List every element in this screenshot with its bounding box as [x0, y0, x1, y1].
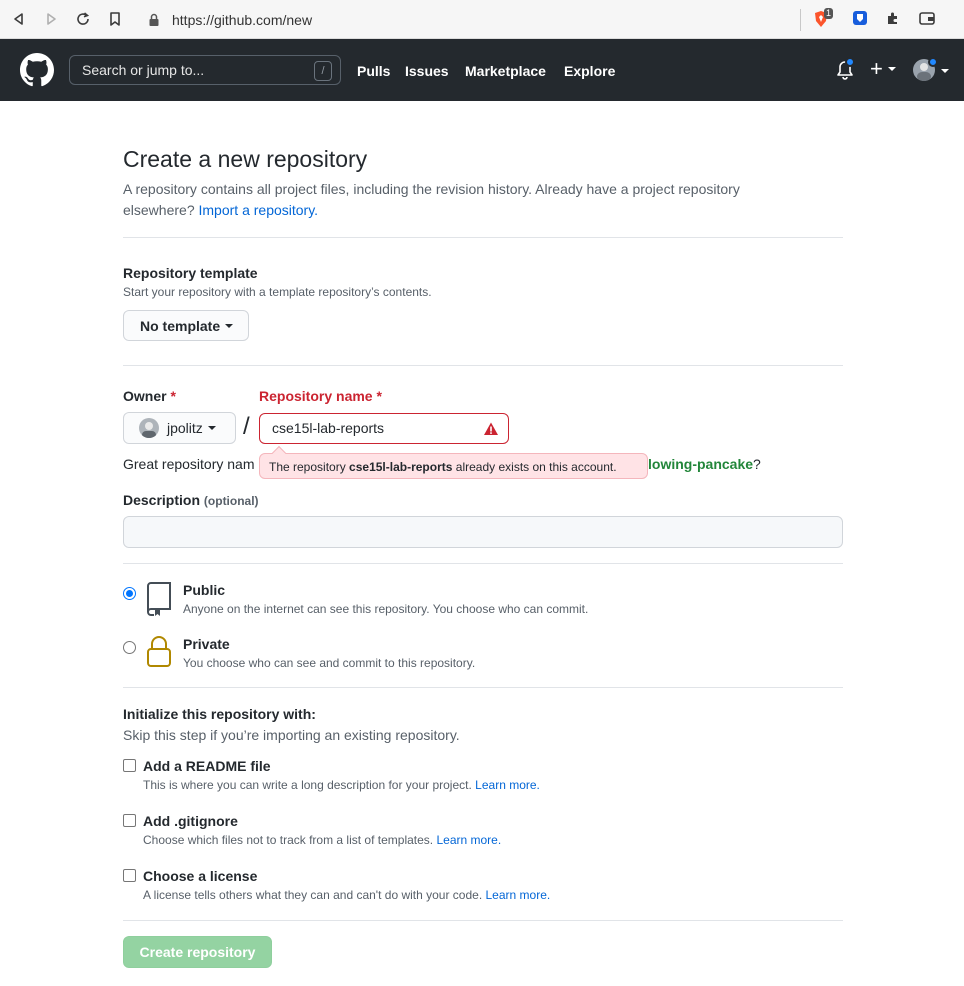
search-shortcut-key: / [314, 61, 332, 81]
private-description: You choose who can see and commit to thi… [183, 656, 476, 670]
chevron-down-icon [887, 67, 896, 71]
license-description: A license tells others what they can and… [143, 888, 550, 902]
github-header: Search or jump to... / Pulls Issues Mark… [0, 39, 964, 101]
page-title: Create a new repository [123, 146, 368, 172]
suggested-name-text: lowing-pancake [648, 456, 754, 472]
repo-name-field[interactable] [259, 413, 509, 444]
notifications-bell-icon[interactable] [836, 57, 855, 83]
brave-shields-icon[interactable]: 1 [812, 8, 834, 28]
public-title: Public [183, 582, 226, 598]
divider [123, 920, 843, 921]
readme-description-text: This is where you can write a long descr… [143, 778, 472, 792]
license-learn-more-link[interactable]: Learn more. [486, 888, 551, 902]
init-title: Initialize this repository with: [123, 706, 316, 722]
alert-icon [484, 422, 498, 435]
error-prefix: The repository [269, 460, 346, 474]
owner-value: jpolitz [167, 420, 203, 436]
license-description-text: A license tells others what they can and… [143, 888, 483, 902]
gitignore-learn-more-link[interactable]: Learn more. [436, 833, 501, 847]
repo-name-label-text: Repository name [259, 388, 373, 404]
create-new-dropdown[interactable]: + [870, 56, 896, 81]
divider [123, 563, 843, 564]
divider [123, 237, 843, 238]
nav-marketplace[interactable]: Marketplace [465, 63, 546, 79]
chevron-down-icon [225, 323, 234, 328]
suggestion-question-mark: ? [753, 456, 761, 472]
suggestion-text: Great repository nam [123, 456, 255, 472]
back-icon[interactable] [10, 10, 28, 28]
avatar-chevron-down-icon[interactable] [941, 69, 949, 73]
nav-issues[interactable]: Issues [405, 63, 449, 79]
github-logo-icon[interactable] [20, 53, 54, 87]
divider [123, 365, 843, 366]
description-optional: (optional) [203, 494, 259, 508]
page-subtitle: A repository contains all project files,… [123, 179, 803, 221]
tooltip-arrow [271, 445, 287, 461]
owner-label-text: Owner [123, 388, 167, 404]
public-description: Anyone on the internet can see this repo… [183, 602, 589, 616]
template-label: Repository template [123, 265, 258, 281]
template-select-button[interactable]: No template [123, 310, 249, 341]
search-input[interactable]: Search or jump to... / [69, 55, 341, 85]
private-radio[interactable] [123, 641, 136, 654]
lock-icon [147, 636, 171, 667]
init-note: Skip this step if you’re importing an ex… [123, 727, 460, 743]
readme-title: Add a README file [143, 758, 271, 774]
lock-icon [149, 13, 159, 26]
error-repo-name: cse15l-lab-reports [349, 460, 453, 474]
gitignore-checkbox[interactable] [123, 814, 136, 827]
address-bar[interactable]: https://github.com/new [140, 8, 800, 32]
reload-icon[interactable] [74, 10, 92, 28]
extensions-icon[interactable] [885, 10, 903, 28]
owner-repo-separator: / [243, 413, 250, 440]
readme-learn-more-link[interactable]: Learn more. [475, 778, 540, 792]
required-mark: * [170, 388, 176, 404]
readme-checkbox[interactable] [123, 759, 136, 772]
bookmark-icon[interactable] [106, 10, 124, 28]
url-text: https://github.com/new [172, 12, 313, 28]
template-select-label: No template [140, 317, 221, 334]
gitignore-description: Choose which files not to track from a l… [143, 833, 501, 847]
owner-label: Owner * [123, 388, 176, 404]
readme-description: This is where you can write a long descr… [143, 778, 540, 792]
chevron-down-icon [207, 426, 216, 430]
description-label-text: Description [123, 492, 201, 508]
repo-name-label: Repository name * [259, 388, 382, 404]
gitignore-title: Add .gitignore [143, 813, 238, 829]
private-title: Private [183, 636, 230, 652]
notification-indicator [845, 57, 855, 67]
import-repository-link[interactable]: Import a repository. [199, 202, 319, 218]
nav-explore[interactable]: Explore [564, 63, 615, 79]
owner-select-button[interactable]: jpolitz [123, 412, 236, 444]
template-note: Start your repository with a template re… [123, 285, 432, 299]
nav-pulls[interactable]: Pulls [357, 63, 390, 79]
repo-icon [147, 582, 171, 616]
create-repository-button[interactable]: Create repository [123, 936, 272, 968]
public-radio[interactable] [123, 587, 136, 600]
forward-icon[interactable] [42, 10, 60, 28]
avatar-status-indicator [928, 57, 938, 67]
plus-icon: + [870, 56, 883, 81]
description-label: Description (optional) [123, 492, 259, 508]
required-mark: * [376, 388, 382, 404]
error-suffix: already exists on this account. [455, 460, 617, 474]
bitwarden-icon[interactable] [852, 10, 870, 28]
divider [123, 687, 843, 688]
description-input[interactable] [123, 516, 843, 548]
brave-badge: 1 [824, 8, 834, 19]
license-checkbox[interactable] [123, 869, 136, 882]
browser-toolbar: https://github.com/new 1 [0, 0, 964, 39]
repo-name-input[interactable] [272, 420, 472, 436]
license-title: Choose a license [143, 868, 258, 884]
repo-name-error-tooltip: The repository cse15l-lab-reports alread… [259, 445, 648, 479]
search-placeholder: Search or jump to... [82, 62, 205, 78]
wallet-icon[interactable] [918, 10, 936, 28]
suggested-name[interactable]: lowing-pancake? [648, 456, 761, 472]
owner-avatar [139, 418, 159, 438]
gitignore-description-text: Choose which files not to track from a l… [143, 833, 434, 847]
toolbar-divider [800, 9, 801, 31]
